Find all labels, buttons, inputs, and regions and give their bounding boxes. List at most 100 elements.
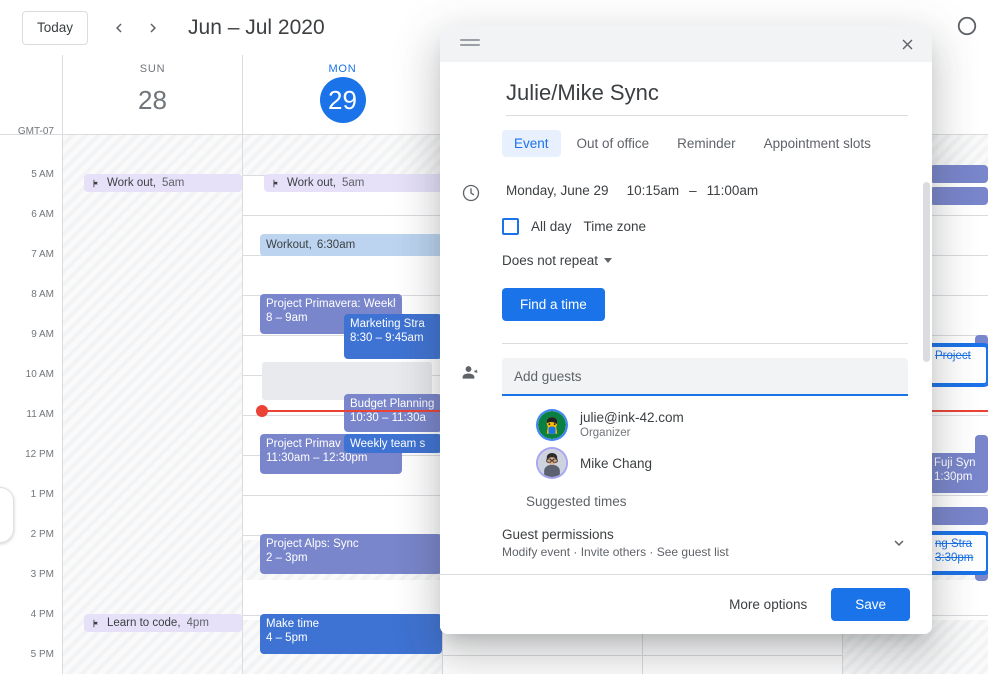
event-project-alps-sync[interactable]: Project Alps: Sync 2 – 3pm: [260, 534, 442, 574]
event-title: Workout,: [266, 238, 312, 252]
event-start-time-field[interactable]: 10:15am: [623, 179, 684, 202]
event-workout-sun[interactable]: Work out, 5am: [84, 174, 242, 192]
previous-period-button[interactable]: [102, 11, 136, 45]
today-button[interactable]: Today: [22, 11, 88, 45]
nav-arrows: [102, 11, 170, 45]
event-edit-dialog: Event Out of office Reminder Appointment…: [440, 26, 932, 634]
hour-label: 1 PM: [31, 489, 54, 500]
close-button[interactable]: [892, 29, 922, 59]
event-title-input[interactable]: [506, 80, 908, 116]
guest-role: Organizer: [580, 426, 684, 441]
hour-label: 11 AM: [26, 409, 54, 420]
mike-avatar: [538, 449, 566, 477]
find-a-time-button[interactable]: Find a time: [502, 288, 605, 321]
dialog-scroll-area: Event Out of office Reminder Appointment…: [440, 62, 932, 574]
event-workout-mon[interactable]: Work out, 5am: [264, 174, 442, 192]
event-marketing-strategy[interactable]: Marketing Stra 8:30 – 9:45am: [344, 314, 442, 359]
event-budget-planning[interactable]: Budget Planning 10:30 – 11:30a: [344, 394, 442, 432]
hour-label: 9 AM: [31, 329, 54, 340]
flag-icon: [91, 178, 101, 189]
guest-texts: julie@ink-42.com Organizer: [580, 409, 684, 441]
event-time: 4 – 5pm: [266, 631, 436, 645]
unavailable-hatch-mon-early: [243, 135, 442, 175]
more-options-button[interactable]: More options: [719, 589, 817, 620]
event-time: 6:30am: [317, 238, 355, 252]
day-gridline: [242, 135, 243, 674]
all-day-checkbox[interactable]: [502, 218, 519, 235]
suggested-times-link[interactable]: Suggested times: [440, 494, 932, 509]
sidebar-expand-handle[interactable]: [0, 487, 14, 543]
guests-section: julie@ink-42.com Organizer: [440, 344, 932, 482]
event-right-partial-1[interactable]: [930, 165, 988, 183]
hour-label: 8 AM: [31, 289, 54, 300]
event-weekly-team-sync[interactable]: Weekly team s: [344, 434, 442, 453]
add-guests-input[interactable]: [502, 358, 908, 396]
event-date-field[interactable]: Monday, June 29: [502, 179, 613, 202]
datetime-content: Monday, June 29 10:15am – 11:00am All da…: [502, 179, 908, 344]
event-time: 10:30 – 11:30a: [350, 411, 436, 425]
all-day-label[interactable]: All day: [531, 219, 572, 234]
event-title: Project: [935, 349, 981, 363]
event-workout630-mon[interactable]: Workout, 6:30am: [260, 234, 442, 256]
chevron-down-icon: [604, 258, 612, 263]
event-time: 8:30 – 9:45am: [350, 331, 436, 345]
recurrence-dropdown[interactable]: Does not repeat: [502, 253, 612, 268]
dialog-header[interactable]: [440, 26, 932, 62]
current-time-dot: [256, 405, 268, 417]
chevron-down-icon[interactable]: [890, 534, 908, 552]
guest-permissions-subtitle: Modify event · Invite others · See guest…: [502, 545, 890, 559]
event-title-row: [440, 62, 932, 116]
dialog-scrollbar[interactable]: [923, 182, 930, 362]
day-header-sun[interactable]: SUN 28: [62, 55, 242, 135]
tab-event[interactable]: Event: [502, 130, 561, 157]
guest-list-item[interactable]: Mike Chang: [538, 444, 908, 482]
event-title: Learn to code,: [107, 616, 181, 630]
next-period-button[interactable]: [136, 11, 170, 45]
event-right-partial-4[interactable]: [930, 507, 988, 525]
event-right-selected-project[interactable]: Project: [928, 345, 988, 385]
day-number-label[interactable]: 29: [320, 77, 366, 123]
flag-icon: [91, 618, 101, 629]
drag-handle-icon[interactable]: [460, 39, 480, 48]
section-divider: [502, 343, 908, 344]
date-range-title: Jun – Jul 2020: [188, 16, 325, 40]
guest-name: Mike Chang: [580, 455, 652, 472]
event-right-selected-strategy[interactable]: ng Stra 3:30pm: [928, 533, 988, 573]
event-time: 2 – 3pm: [266, 551, 436, 565]
guest-list-item[interactable]: julie@ink-42.com Organizer: [538, 406, 908, 444]
day-number-label[interactable]: 28: [138, 77, 167, 123]
dialog-body: Event Out of office Reminder Appointment…: [440, 62, 932, 574]
tab-out-of-office[interactable]: Out of office: [565, 130, 662, 157]
hour-label: 4 PM: [31, 609, 54, 620]
people-icon: [440, 358, 502, 482]
avatar-illustration: [538, 411, 566, 439]
help-icon[interactable]: [950, 9, 984, 43]
calendar-app: Today Jun – Jul 2020 SUN 28 MON 29: [0, 0, 988, 674]
event-make-time[interactable]: Make time 4 – 5pm: [260, 614, 442, 654]
tab-reminder[interactable]: Reminder: [665, 130, 748, 157]
guest-permissions-title: Guest permissions: [502, 527, 890, 542]
guest-permissions-row[interactable]: Guest permissions Modify event · Invite …: [440, 509, 932, 559]
hour-label: 5 PM: [31, 649, 54, 660]
event-right-partial-2[interactable]: [930, 187, 988, 205]
julie-avatar: [538, 411, 566, 439]
event-title: Weekly team s: [350, 437, 436, 451]
day-of-week-label: MON: [328, 63, 356, 75]
guest-list: julie@ink-42.com Organizer: [502, 406, 908, 482]
event-title: Budget Planning: [350, 397, 436, 411]
event-learn-to-code-sun[interactable]: Learn to code, 4pm: [84, 614, 242, 632]
event-fuji-sync[interactable]: Fuji Syn 1:30pm: [928, 453, 988, 493]
event-end-time-field[interactable]: 11:00am: [703, 179, 763, 202]
time-zone-button[interactable]: Time zone: [584, 219, 647, 234]
day-header-mon[interactable]: MON 29: [242, 55, 442, 135]
time-range-dash: –: [683, 183, 703, 198]
tab-appointment-slots[interactable]: Appointment slots: [752, 130, 883, 157]
event-time: 5am: [162, 176, 184, 190]
day-of-week-label: SUN: [140, 63, 166, 75]
event-title: Project Primavera: Weekly: [266, 297, 396, 311]
guest-permissions-texts: Guest permissions Modify event · Invite …: [502, 527, 890, 559]
unavailable-hatch-sun: [63, 135, 242, 674]
save-button[interactable]: Save: [831, 588, 910, 621]
time-gutter: 5 AM6 AM7 AM8 AM9 AM10 AM11 AM12 PM1 PM2…: [0, 135, 62, 674]
hour-label: 10 AM: [26, 369, 54, 380]
